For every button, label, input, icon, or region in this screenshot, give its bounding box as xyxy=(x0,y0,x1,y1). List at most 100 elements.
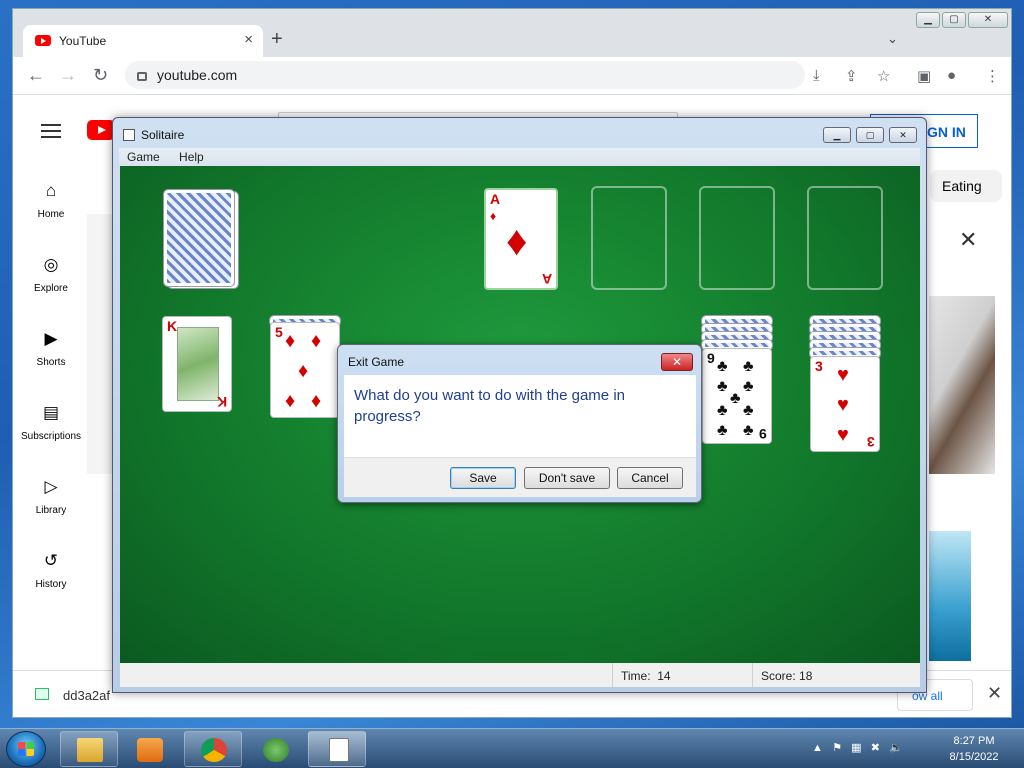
sidebar-item-label: Explore xyxy=(34,283,68,294)
back-icon[interactable]: ← xyxy=(27,65,45,86)
tab-strip: YouTube × + ⌄ ▁ ▢ ✕ xyxy=(13,9,1011,57)
show-hidden-icons-icon[interactable]: ▲ xyxy=(812,742,823,754)
sidebar-item-library[interactable]: ▷ Library xyxy=(13,477,89,516)
subscriptions-icon: ▤ xyxy=(42,403,60,422)
sidebar-item-label: Library xyxy=(35,505,67,516)
youtube-favicon-icon xyxy=(35,35,51,46)
tab-search-chevron-icon[interactable]: ⌄ xyxy=(887,31,898,47)
save-button[interactable]: Save xyxy=(450,467,516,489)
taskbar-explorer[interactable] xyxy=(60,731,118,767)
video-thumbnail[interactable] xyxy=(929,296,995,474)
install-icon[interactable]: ⤓ xyxy=(813,67,820,84)
tableau-king-diamonds[interactable]: K K xyxy=(162,316,232,412)
new-tab-button[interactable]: + xyxy=(271,29,283,49)
taskbar-chrome[interactable] xyxy=(184,731,242,767)
tableau-three-hearts[interactable]: 3 ♥ ♥ ♥ 3 xyxy=(810,356,880,452)
dialog-footer: Save Don't save Cancel xyxy=(344,457,696,497)
score-value: 18 xyxy=(799,669,813,683)
solitaire-window: Solitaire ▁ ▢ ✕ Game Help A ♦ ♦ A K K 5 … xyxy=(112,117,927,693)
share-icon[interactable]: ⇪ xyxy=(845,67,858,85)
menu-help[interactable]: Help xyxy=(171,148,212,164)
library-icon: ▷ xyxy=(44,477,58,496)
start-button[interactable] xyxy=(6,731,46,767)
volume-icon[interactable]: 🔈 xyxy=(889,742,903,754)
address-bar[interactable]: youtube.com xyxy=(125,61,805,89)
close-ad-icon[interactable]: ✕ xyxy=(959,227,977,253)
dialog-body: What do you want to do with the game in … xyxy=(344,375,696,457)
chrome-icon xyxy=(201,738,227,762)
hamburger-menu-icon[interactable] xyxy=(41,124,61,138)
window-title: Solitaire xyxy=(123,128,184,142)
close-window-button[interactable]: ✕ xyxy=(968,12,1008,28)
url-text: youtube.com xyxy=(157,67,238,83)
tab-title: YouTube xyxy=(59,34,107,48)
toolbar: ← → ↻ youtube.com ⤓ ⇪ ☆ ▣ ● ⋮ xyxy=(13,57,1011,95)
youtube-logo[interactable] xyxy=(87,120,115,140)
reload-icon[interactable]: ↻ xyxy=(93,65,108,86)
action-center-flag-icon[interactable]: ⚑ xyxy=(832,742,842,754)
king-face-art xyxy=(177,327,219,401)
clock-date: 8/15/2022 xyxy=(949,751,999,763)
sidebar-item-history[interactable]: ↺ History xyxy=(13,551,89,590)
foundation-slot[interactable] xyxy=(807,186,883,290)
exit-game-dialog: Exit Game ✕ What do you want to do with … xyxy=(337,344,702,503)
taskbar-media-player[interactable] xyxy=(122,731,180,767)
menu-game[interactable]: Game xyxy=(119,148,168,164)
side-panel-icon[interactable]: ▣ xyxy=(917,67,931,85)
network-error-icon[interactable]: ✖ xyxy=(871,742,880,754)
network-icon[interactable]: ▦ xyxy=(851,742,861,754)
menu-kebab-icon[interactable]: ⋮ xyxy=(985,67,1000,85)
taskbar-solitaire[interactable] xyxy=(308,731,366,767)
foundation-slot[interactable] xyxy=(699,186,775,290)
minimize-button[interactable]: ▁ xyxy=(823,127,851,143)
minimize-button[interactable]: ▁ xyxy=(916,12,940,28)
sidebar-item-label: Home xyxy=(37,209,65,220)
cancel-button[interactable]: Cancel xyxy=(617,467,683,489)
home-icon: ⌂ xyxy=(45,181,57,200)
forward-icon[interactable]: → xyxy=(59,65,77,86)
tableau-nine-clubs[interactable]: 9 ♣ ♣ ♣ ♣ ♣ ♣ ♣ ♣ ♣ 9 xyxy=(702,348,772,444)
dont-save-button[interactable]: Don't save xyxy=(524,467,610,489)
tab-close-button[interactable]: × xyxy=(244,31,253,48)
notification-area: ▲ ⚑ ▦ ✖ 🔈 xyxy=(812,741,903,754)
time-value: 14 xyxy=(657,669,671,683)
taskbar: ▲ ⚑ ▦ ✖ 🔈 8:27 PM 8/15/2022 xyxy=(0,728,1024,768)
download-item-name[interactable]: dd3a2af xyxy=(63,688,110,703)
foundation-ace-diamonds[interactable]: A ♦ ♦ A xyxy=(484,188,558,290)
bookmark-star-icon[interactable]: ☆ xyxy=(877,67,890,85)
taskbar-app[interactable] xyxy=(246,731,304,767)
score-field: Score: 18 xyxy=(752,663,920,687)
sidebar-item-shorts[interactable]: ▶ Shorts xyxy=(13,329,89,368)
game-board: A ♦ ♦ A K K 5 ♦ ♦ ♦ ♦ ♦ 9 ♣ ♣ ♣ ♣ ♣ ♣ ♣ … xyxy=(120,166,920,663)
sidebar-item-subscriptions[interactable]: ▤ Subscriptions xyxy=(13,403,89,442)
sidebar-item-explore[interactable]: ◎ Explore xyxy=(13,255,89,294)
tableau-five-diamonds[interactable]: 5 ♦ ♦ ♦ ♦ ♦ xyxy=(270,322,340,418)
video-thumbnail[interactable] xyxy=(929,531,971,661)
clock-time: 8:27 PM xyxy=(953,735,995,747)
clock[interactable]: 8:27 PM 8/15/2022 xyxy=(930,733,1018,765)
sidebar-item-label: Shorts xyxy=(36,357,66,368)
history-icon: ↺ xyxy=(43,551,59,570)
maximize-button[interactable]: ▢ xyxy=(942,12,966,28)
menu-bar: Game Help xyxy=(119,148,920,166)
dialog-title: Exit Game xyxy=(348,355,405,369)
app-icon xyxy=(263,738,289,762)
stock-card-back[interactable] xyxy=(163,189,235,287)
close-download-bar-icon[interactable]: ✕ xyxy=(987,683,1002,704)
profile-avatar-icon[interactable]: ● xyxy=(947,67,956,84)
close-window-button[interactable]: ✕ xyxy=(889,127,917,143)
status-bar: Time: 14 Score: 18 xyxy=(120,663,920,687)
image-file-icon xyxy=(35,688,49,700)
filter-chip[interactable]: Eating xyxy=(930,170,1002,202)
tab-youtube[interactable]: YouTube × xyxy=(23,25,263,57)
dialog-message: What do you want to do with the game in … xyxy=(354,387,625,425)
dialog-close-button[interactable]: ✕ xyxy=(661,353,693,371)
solitaire-card-icon xyxy=(329,738,349,762)
sidebar-item-label: History xyxy=(35,579,67,590)
media-player-icon xyxy=(137,738,163,762)
sidebar-item-home[interactable]: ⌂ Home xyxy=(13,181,89,220)
maximize-button[interactable]: ▢ xyxy=(856,127,884,143)
foundation-slot[interactable] xyxy=(591,186,667,290)
lock-icon xyxy=(137,72,147,81)
sidebar-item-label: Subscriptions xyxy=(20,431,82,442)
